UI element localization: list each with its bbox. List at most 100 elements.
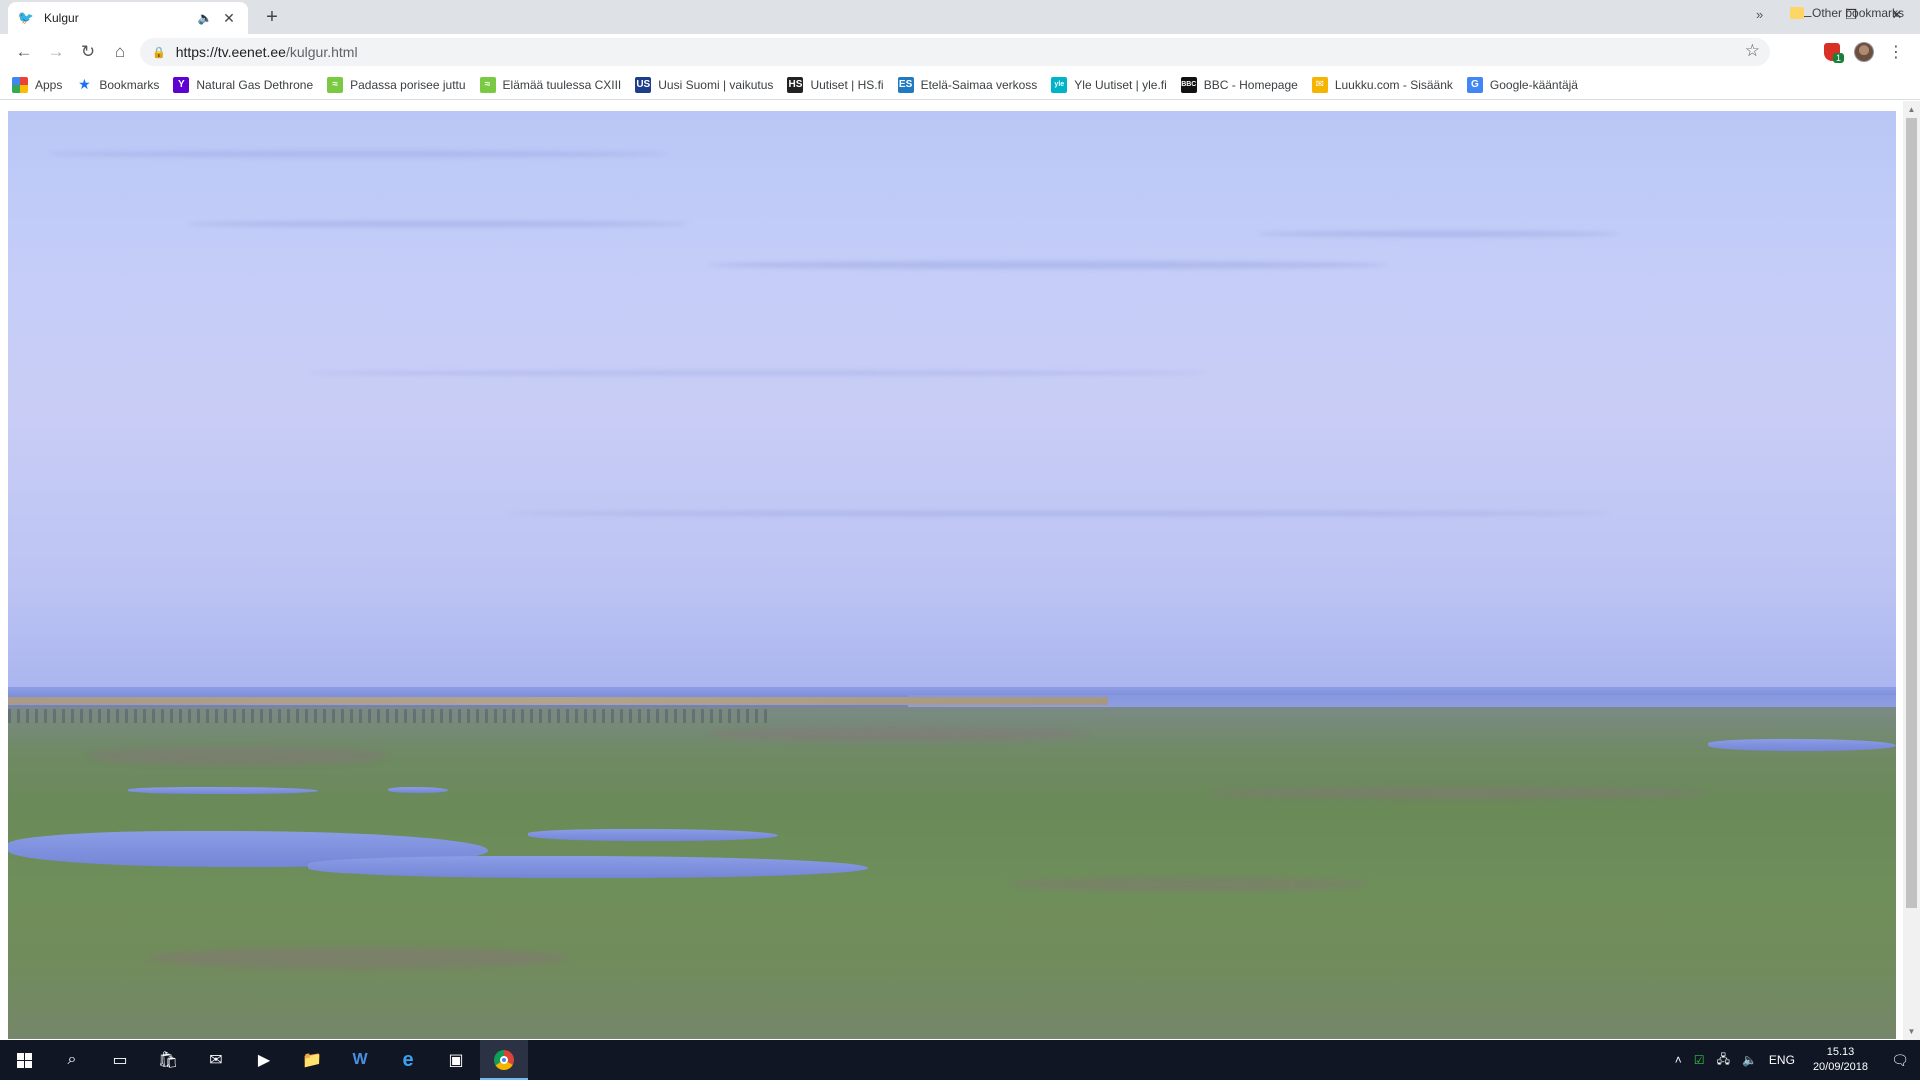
menu-dots-icon[interactable]: ⋮ <box>1880 36 1912 68</box>
extension-shield-icon[interactable]: 1 <box>1816 36 1848 68</box>
bookmark-item[interactable]: ≈ Elämää tuulessa CXIII <box>479 76 622 93</box>
water-pool <box>128 787 318 794</box>
bookmark-label: Natural Gas Dethrone <box>196 77 314 92</box>
word-icon[interactable]: W <box>336 1040 384 1080</box>
bookmark-item[interactable]: ✉ Luukku.com - Sisäänk <box>1311 76 1453 93</box>
cloud <box>188 221 688 227</box>
bookmark-item[interactable]: ★ Bookmarks <box>76 76 160 93</box>
bookmark-favicon-icon: G <box>1466 76 1483 93</box>
back-icon[interactable]: ← <box>8 36 40 68</box>
task-view-icon[interactable]: ▭ <box>96 1040 144 1080</box>
new-tab-button[interactable]: + <box>260 6 284 30</box>
system-tray: ˄ ☑ 🖧 🔈 ENG 15.13 20/09/2018 🗨 <box>1669 1040 1920 1080</box>
security-check-icon[interactable]: ☑ <box>1688 1053 1711 1067</box>
bookmark-favicon-icon: ES <box>897 76 914 93</box>
mail-icon[interactable]: ✉ <box>192 1040 240 1080</box>
bookmark-item[interactable]: HS Uutiset | HS.fi <box>787 76 884 93</box>
bookmark-item[interactable]: yle Yle Uutiset | yle.fi <box>1051 76 1167 93</box>
patch <box>88 747 388 765</box>
scroll-thumb[interactable] <box>1906 118 1917 908</box>
bookmark-item[interactable]: G Google-kääntäjä <box>1466 76 1578 93</box>
star-icon: ★ <box>78 76 91 92</box>
bookmark-label: Bookmarks <box>99 77 160 92</box>
speaker-icon[interactable]: 🔈 <box>196 11 214 25</box>
home-icon[interactable]: ⌂ <box>104 36 136 68</box>
taskbar: ⌕ ▭ 🛍 ✉ ▶ 📁 W e ▣ ˄ ☑ 🖧 🔈 ENG 15.13 20/0… <box>0 1040 1920 1080</box>
media-player-icon[interactable]: ▶ <box>240 1040 288 1080</box>
bookmark-label: Padassa porisee juttu <box>350 77 466 92</box>
volume-icon[interactable]: 🔈 <box>1736 1053 1763 1067</box>
lock-icon: 🔒 <box>152 46 166 59</box>
bookmark-favicon-icon: yle <box>1051 76 1068 93</box>
other-bookmarks-label: Other bookmarks <box>1812 6 1905 20</box>
folder-icon <box>1790 7 1804 19</box>
patch <box>148 947 568 969</box>
bookmarks-overflow-icon[interactable]: » <box>1756 7 1763 22</box>
bookmark-item[interactable]: Y Natural Gas Dethrone <box>173 76 314 93</box>
bookmark-label: BBC - Homepage <box>1203 77 1298 92</box>
store-icon[interactable]: 🛍 <box>144 1040 192 1080</box>
scroll-down-icon[interactable]: ▼ <box>1903 1023 1920 1040</box>
extension-badge: 1 <box>1832 53 1844 63</box>
bookmark-item[interactable]: Apps <box>12 76 63 93</box>
water-pool <box>308 856 868 878</box>
bookmark-label: Elämää tuulessa CXIII <box>502 77 622 92</box>
bookmark-label: Google-kääntäjä <box>1489 77 1578 92</box>
scroll-up-icon[interactable]: ▲ <box>1903 101 1920 118</box>
reload-icon[interactable]: ↻ <box>72 36 104 68</box>
bookmark-favicon-icon: ≈ <box>327 76 344 93</box>
browser-tab[interactable]: 🐦 Kulgur 🔈 ✕ <box>8 2 248 34</box>
cloud <box>508 511 1608 516</box>
clock[interactable]: 15.13 20/09/2018 <box>1801 1045 1880 1075</box>
bookmark-item[interactable]: US Uusi Suomi | vaikutus <box>635 76 774 93</box>
sky <box>8 111 1896 701</box>
bird-flock <box>8 709 768 723</box>
marshland <box>8 707 1896 1039</box>
network-icon[interactable]: 🖧 <box>1711 1050 1736 1071</box>
close-tab-icon[interactable]: ✕ <box>220 10 238 27</box>
bookmark-label: Apps <box>35 77 63 92</box>
profile-avatar[interactable] <box>1848 36 1880 68</box>
address-bar[interactable]: 🔒 https://tv.eenet.ee/kulgur.html ☆ <box>140 38 1770 66</box>
webcam-video[interactable] <box>8 111 1896 1039</box>
bookmarks-bar: Apps ★ Bookmarks Y Natural Gas Dethrone ≈ Pada… <box>0 70 1920 100</box>
tab-strip: 🐦 Kulgur 🔈 ✕ + — ❐ ✕ <box>0 0 1920 34</box>
file-explorer-icon[interactable]: 📁 <box>288 1040 336 1080</box>
edge-icon[interactable]: e <box>384 1040 432 1080</box>
bookmark-label: Etelä-Saimaa verkoss <box>920 77 1038 92</box>
bookmark-label: Uusi Suomi | vaikutus <box>658 77 774 92</box>
bookmark-item[interactable]: ES Etelä-Saimaa verkoss <box>897 76 1038 93</box>
forward-icon[interactable]: → <box>40 36 72 68</box>
chrome-icon[interactable] <box>480 1040 528 1080</box>
clock-time: 15.13 <box>1826 1046 1855 1058</box>
clock-date: 20/09/2018 <box>1812 1061 1868 1073</box>
tab-title: Kulgur <box>44 11 79 25</box>
search-icon[interactable]: ⌕ <box>48 1040 96 1080</box>
bookmark-item[interactable]: BBC BBC - Homepage <box>1180 76 1298 93</box>
apps-grid-icon <box>12 76 28 93</box>
bookmark-favicon-icon: US <box>635 76 652 93</box>
chevron-up-icon[interactable]: ˄ <box>1669 1053 1688 1067</box>
language-indicator[interactable]: ENG <box>1763 1053 1801 1067</box>
bookmark-item[interactable]: ≈ Padassa porisee juttu <box>327 76 466 93</box>
bookmark-favicon-icon: Y <box>173 76 190 93</box>
start-button[interactable] <box>0 1040 48 1080</box>
browser-toolbar: ← → ↻ ⌂ 🔒 https://tv.eenet.ee/kulgur.htm… <box>0 34 1920 70</box>
water-pool <box>528 829 778 841</box>
bookmark-favicon-icon: ≈ <box>479 76 496 93</box>
bookmark-star-icon[interactable]: ☆ <box>1745 41 1760 61</box>
url-domain: https://tv.eenet.ee <box>175 44 286 60</box>
water-pool <box>388 787 448 793</box>
patch <box>708 727 1088 741</box>
notifications-icon[interactable]: 🗨 <box>1880 1040 1920 1080</box>
cloud <box>48 151 668 157</box>
vertical-scrollbar[interactable]: ▲ ▼ <box>1903 101 1920 1040</box>
other-bookmarks[interactable]: Other bookmarks <box>1790 6 1904 20</box>
patch <box>1208 787 1708 799</box>
app-window-icon[interactable]: ▣ <box>432 1040 480 1080</box>
windows-logo-icon <box>16 1052 32 1068</box>
bookmark-favicon-icon: HS <box>787 76 804 93</box>
page-content: ▲ ▼ <box>0 101 1920 1040</box>
cloud <box>1258 231 1618 237</box>
toolbar-right: 1 ⋮ <box>1816 36 1912 68</box>
